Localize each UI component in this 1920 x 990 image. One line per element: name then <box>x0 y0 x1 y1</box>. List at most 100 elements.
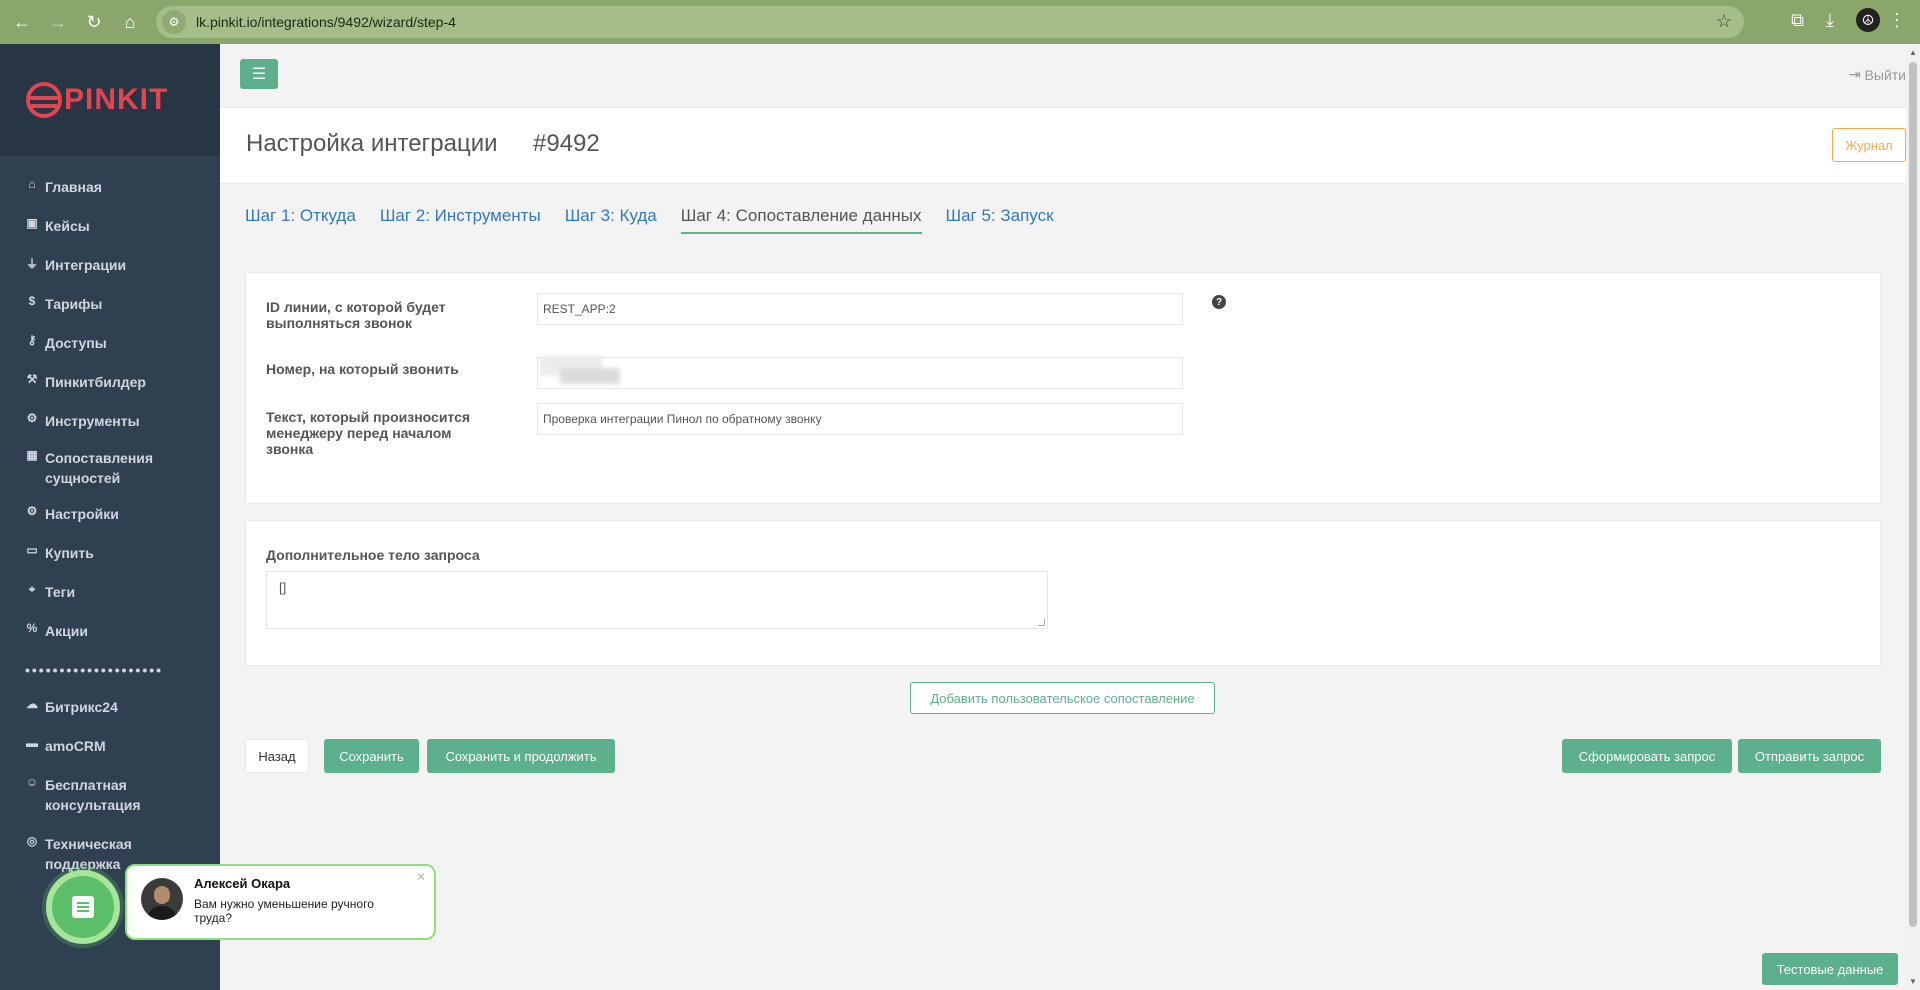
home-browser-icon[interactable]: ⌂ <box>116 8 144 36</box>
table-icon: ▦ <box>26 448 38 462</box>
browser-toolbar: ← → ↻ ⌂ ⚙ lk.pinkit.io/integrations/9492… <box>0 0 1920 44</box>
sidebar-item-key[interactable]: ⚷ Доступы <box>0 333 220 353</box>
sidebar-item-percent[interactable]: % Акции <box>0 621 220 641</box>
save-button[interactable]: Сохранить <box>324 739 419 773</box>
chat-sender-name: Алексей Окара <box>194 876 291 891</box>
avatar <box>141 878 183 920</box>
dollar-icon: $ <box>28 294 36 308</box>
tab-step-5[interactable]: Шаг 5: Запуск <box>946 206 1054 234</box>
back-arrow-icon[interactable]: ← <box>8 8 36 36</box>
pinkit-logo-mark <box>26 82 62 118</box>
page-title: Настройка интеграции <box>246 130 498 157</box>
sidebar-item-wrench[interactable]: ⚙ Инструменты <box>0 411 220 431</box>
integration-number: #9492 <box>533 130 600 157</box>
sidebar-item-briefcase[interactable]: ▣ Кейсы <box>0 216 220 236</box>
sidebar-item-label: Интеграции <box>45 257 127 273</box>
cloud-icon: ☁ <box>26 697 38 711</box>
logo-area: PINKIT <box>0 44 220 156</box>
line-id-label: ID линии, с которой будет выполняться зв… <box>266 299 446 331</box>
address-bar[interactable]: ⚙ lk.pinkit.io/integrations/9492/wizard/… <box>156 6 1744 38</box>
gears-icon: ⚙ <box>26 504 38 518</box>
plug-icon: ⏚ <box>25 257 38 271</box>
add-custom-mapping-button[interactable]: Добавить пользовательское сопоставление <box>910 682 1215 714</box>
save-and-continue-button[interactable]: Сохранить и продолжить <box>427 739 615 773</box>
logout-link[interactable]: ⇥ Выйти <box>1849 66 1906 83</box>
sidebar-item-money[interactable]: ▭ Купить <box>0 543 220 563</box>
back-button[interactable]: Назад <box>245 739 309 773</box>
sidebar-item-plug[interactable]: ⏚ Интеграции <box>0 255 220 275</box>
sidebar-item-label: Тарифы <box>45 296 103 312</box>
page-heading: Настройка интеграции #9492 Журнал <box>220 108 1906 184</box>
sign-out-icon: ⇥ <box>1848 66 1861 82</box>
wizard-steps: Шаг 1: Откуда Шаг 2: Инструменты Шаг 3: Ку… <box>245 206 1078 234</box>
test-data-button[interactable]: Тестовые данные <box>1762 953 1898 985</box>
resize-handle-icon[interactable] <box>1038 619 1045 626</box>
sidebar-menu-secondary: ☁ Битрикс24 ▬ amoCRM ☺ Бесплатная консультаци… <box>0 697 220 874</box>
close-icon[interactable]: ✕ <box>416 870 426 884</box>
chat-popup[interactable]: Алексей Окара Вам нужно уменьшение ручно… <box>125 864 436 940</box>
sidebar-item-table[interactable]: ▦ Сопоставления сущностей <box>0 448 220 488</box>
send-request-button[interactable]: Отправить запрос <box>1738 739 1881 773</box>
user-icon: ☺ <box>25 775 39 789</box>
profile-avatar-icon[interactable]: ☮ <box>1856 8 1880 32</box>
logo-text: PINKIT <box>64 83 169 116</box>
mapping-form-card: ID линии, с которой будет выполняться зв… <box>245 272 1881 504</box>
line-id-input[interactable]: REST_APP:2 <box>537 293 1183 325</box>
request-body-card: Дополнительное тело запроса [] <box>245 520 1881 666</box>
hamburger-menu-button[interactable]: ☰ <box>240 59 278 89</box>
download-icon[interactable]: ⤓ <box>1826 10 1834 31</box>
request-body-value: [] <box>279 580 287 595</box>
site-info-icon[interactable]: ⚙ <box>162 10 186 34</box>
sidebar-item-label: Настройки <box>45 506 119 522</box>
speech-text-input[interactable]: Проверка интеграции Пинол по обратному з… <box>537 403 1183 435</box>
sidebar-item-home[interactable]: ⌂ Главная <box>0 177 220 197</box>
request-body-label: Дополнительное тело запроса <box>266 547 480 563</box>
amocrm-icon: ▬ <box>26 736 38 750</box>
sidebar-item-dollar[interactable]: $ Тарифы <box>0 294 220 314</box>
home-icon: ⌂ <box>28 177 36 191</box>
support-icon: ◎ <box>26 834 38 848</box>
browser-actions: ⧉ ⤓ ☮ <box>1791 8 1880 32</box>
sidebar-item-amocrm[interactable]: ▬ amoCRM <box>0 736 220 756</box>
sidebar-item-gears[interactable]: ⚙ Настройки <box>0 504 220 524</box>
topbar: ☰ ⇥ Выйти <box>220 44 1906 108</box>
page-scrollbar[interactable]: ▲ ▼ <box>1906 44 1920 990</box>
pinkit-logo[interactable]: PINKIT <box>26 82 168 118</box>
bookmark-star-icon[interactable]: ☆ <box>1716 11 1732 32</box>
sidebar-item-hammer[interactable]: ⚒ Пинкитбилдер <box>0 372 220 392</box>
percent-icon: % <box>26 621 38 635</box>
wrench-icon: ⚙ <box>26 411 38 425</box>
url-text: lk.pinkit.io/integrations/9492/wizard/st… <box>196 14 456 30</box>
question-circle-icon[interactable]: ? <box>1212 295 1226 309</box>
sidebar-item-label: Пинкитбилдер <box>45 374 146 390</box>
browser-menu-icon[interactable]: ⋮ <box>1888 10 1906 31</box>
tab-step-1[interactable]: Шаг 1: Откуда <box>245 206 356 234</box>
request-body-textarea[interactable]: [] <box>266 571 1048 629</box>
reload-icon[interactable]: ↻ <box>80 8 108 36</box>
sidebar-menu: ⌂ Главная ▣ Кейсы ⏚ Интеграции $ Тарифы ⚷ Доступы… <box>0 177 220 641</box>
phone-label: Номер, на который звонить <box>266 361 459 377</box>
sidebar-item-label: Битрикс24 <box>45 699 118 715</box>
sidebar-item-user[interactable]: ☺ Бесплатная консультация <box>0 775 220 815</box>
scroll-thumb[interactable] <box>1909 62 1917 927</box>
sidebar-item-label: Доступы <box>45 335 107 351</box>
sidebar-item-tags[interactable]: ⌖ Теги <box>0 582 220 602</box>
scroll-up-icon[interactable]: ▲ <box>1909 48 1917 57</box>
tab-step-3[interactable]: Шаг 3: Куда <box>565 206 657 234</box>
sidebar: PINKIT ⌂ Главная ▣ Кейсы ⏚ Интеграции $ Тарифы ⚷… <box>0 44 220 990</box>
chat-form-icon <box>72 896 94 918</box>
tab-step-4[interactable]: Шаг 4: Сопоставление данных <box>680 206 922 234</box>
phone-input[interactable] <box>537 356 1183 389</box>
sidebar-item-label: Инструменты <box>45 413 140 429</box>
forward-arrow-icon[interactable]: → <box>44 8 72 36</box>
briefcase-icon: ▣ <box>26 216 38 230</box>
journal-button[interactable]: Журнал <box>1832 128 1906 162</box>
chat-launcher-button[interactable] <box>46 870 120 944</box>
sidebar-item-cloud[interactable]: ☁ Битрикс24 <box>0 697 220 717</box>
extensions-icon[interactable]: ⧉ <box>1791 10 1804 31</box>
scroll-down-icon[interactable]: ▼ <box>1909 977 1917 986</box>
tags-icon: ⌖ <box>28 582 36 596</box>
build-request-button[interactable]: Сформировать запрос <box>1562 739 1732 773</box>
sidebar-item-label: Акции <box>45 623 88 639</box>
tab-step-2[interactable]: Шаг 2: Инструменты <box>380 206 541 234</box>
